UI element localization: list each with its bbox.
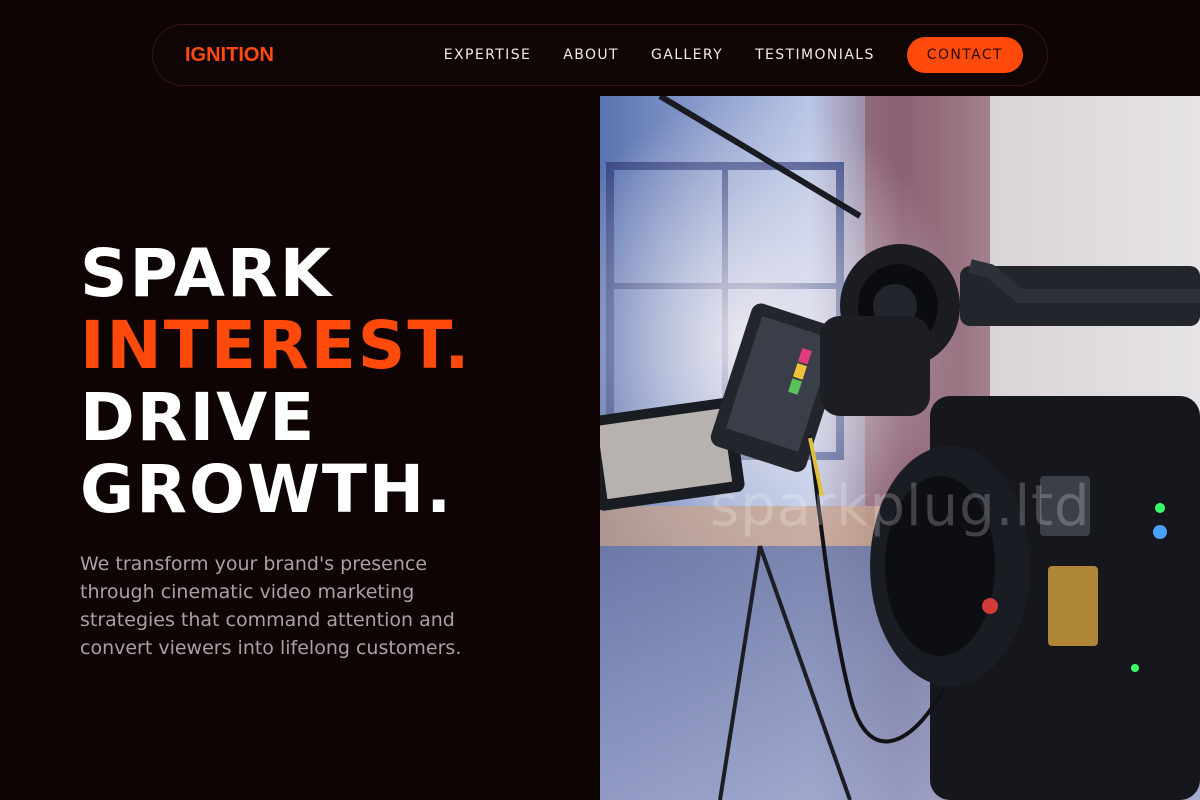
hero-section: SPARK INTEREST. DRIVE GROWTH. We transfo… [80, 238, 580, 662]
hero-camera-image: sparkplug.ltd [600, 96, 1200, 800]
nav-link-testimonials[interactable]: TESTIMONIALS [755, 47, 875, 63]
nav-link-about[interactable]: ABOUT [563, 47, 619, 63]
camera-illustration [600, 96, 1200, 800]
hero-subtext: We transform your brand's presence throu… [80, 553, 462, 659]
headline-line-3: DRIVE [80, 379, 317, 456]
headline-line-2: INTEREST. [80, 307, 472, 384]
image-watermark: sparkplug.ltd [710, 474, 1091, 539]
top-nav: IGNITION EXPERTISE ABOUT GALLERY TESTIMO… [152, 24, 1048, 86]
headline-line-1: SPARK [80, 235, 333, 312]
nav-link-expertise[interactable]: EXPERTISE [444, 47, 531, 63]
contact-button[interactable]: CONTACT [906, 37, 1023, 73]
nav-links: EXPERTISE ABOUT GALLERY TESTIMONIALS [444, 47, 875, 63]
brand-logo[interactable]: IGNITION [185, 44, 274, 67]
headline-line-4: GROWTH. [80, 451, 454, 528]
hero-headline: SPARK INTEREST. DRIVE GROWTH. [80, 238, 580, 526]
nav-link-gallery[interactable]: GALLERY [651, 47, 723, 63]
